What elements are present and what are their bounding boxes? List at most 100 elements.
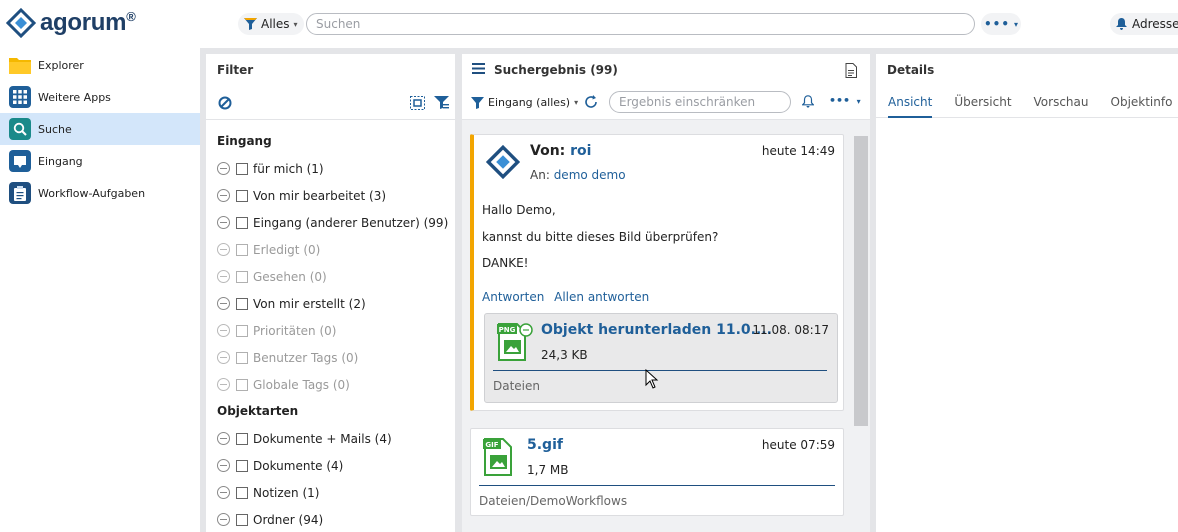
notifications-button[interactable]: Adressen [1110,13,1178,35]
result-scrollbar[interactable] [852,120,870,532]
bell-icon[interactable] [801,95,815,111]
filter-option[interactable]: Von mir bearbeitet (3) [206,182,455,209]
reply-link[interactable]: Antworten [482,290,544,304]
exclude-icon[interactable] [217,243,230,256]
attachment-card[interactable]: PNG Objekt herunterladen 11.0.... 11.08.… [484,313,838,403]
filter-option[interactable]: Globale Tags (0) [206,371,455,398]
filter-option-label: Gesehen (0) [253,269,327,284]
filter-option[interactable]: Gesehen (0) [206,263,455,290]
result-header: Suchergebnis (99) [462,54,870,86]
apps-grid-icon [9,86,31,108]
refine-results-input[interactable]: Ergebnis einschränken [609,91,791,113]
filter-checkbox[interactable] [236,351,248,364]
tab-objektinfo[interactable]: Objektinfo [1111,86,1173,118]
nav-item-weitere-apps[interactable]: Weitere Apps [0,81,200,113]
filter-settings-icon[interactable] [434,96,449,113]
filter-section-title: Eingang [217,134,272,148]
message-card[interactable]: Von: roi heute 14:49 An: demo demo Hallo… [470,134,844,411]
filter-option-label: Dokumente + Mails (4) [253,431,392,446]
filter-checkbox[interactable] [236,189,248,202]
filter-option[interactable]: Erledigt (0) [206,236,455,263]
more-options-button[interactable]: ••• ▾ [981,13,1021,35]
filter-option[interactable]: Von mir erstellt (2) [206,290,455,317]
filter-option[interactable]: Dokumente + Mails (4) [206,425,455,452]
file-name-link[interactable]: 5.gif [527,437,563,453]
chevron-down-icon: ▾ [293,19,298,29]
filter-checkbox[interactable] [236,432,248,445]
filter-funnel-icon [471,96,484,109]
global-search-input[interactable]: Suchen [306,13,975,35]
user-label: Adressen [1132,17,1178,31]
nav-item-workflow-aufgaben[interactable]: Workflow-Aufgaben [0,177,200,209]
filter-checkbox[interactable] [236,486,248,499]
filter-list: Eingang für mich (1) Von mir bearbeitet … [206,120,455,532]
exclude-icon[interactable] [217,324,230,337]
top-bar: agorum® Alles ▾ Suchen ••• ▾ Adressen [0,0,1178,48]
search-icon [9,118,31,140]
filter-checkbox[interactable] [236,459,248,472]
exclude-icon[interactable] [217,162,230,175]
result-toolbar: Eingang (alles) ▾ Ergebnis einschränken … [462,86,870,120]
exclude-icon[interactable] [217,189,230,202]
refresh-icon[interactable] [584,95,598,112]
filter-option[interactable]: Ordner (94) [206,506,455,532]
filter-checkbox[interactable] [236,297,248,310]
search-scope-dropdown[interactable]: Alles ▾ [238,13,304,35]
nav-item-eingang[interactable]: Eingang [0,145,200,177]
exclude-icon[interactable] [217,216,230,229]
filter-checkbox[interactable] [236,162,248,175]
filter-checkbox[interactable] [236,513,248,526]
chevron-down-icon: ▾ [856,97,861,106]
file-card[interactable]: GIF 5.gif heute 07:59 1,7 MB Dateien/Dem… [470,428,844,516]
recipient-link[interactable]: demo demo [554,168,626,182]
tab-vorschau[interactable]: Vorschau [1034,86,1089,118]
filter-option-label: Dokumente (4) [253,458,344,473]
tab-uebersicht[interactable]: Übersicht [954,86,1011,118]
filter-checkbox[interactable] [236,270,248,283]
document-icon[interactable] [845,63,857,81]
filter-checkbox[interactable] [236,243,248,256]
exclude-icon[interactable] [217,351,230,364]
filter-checkbox[interactable] [236,378,248,391]
filter-option-label: Eingang (anderer Benutzer) (99) [253,215,449,230]
filter-option[interactable]: Notizen (1) [206,479,455,506]
filter-option[interactable]: für mich (1) [206,155,455,182]
select-all-icon[interactable] [410,96,425,113]
nav-item-suche[interactable]: Suche [0,113,200,145]
filter-checkbox[interactable] [236,324,248,337]
filter-option[interactable]: Prioritäten (0) [206,317,455,344]
refine-placeholder: Ergebnis einschränken [619,95,756,109]
scrollbar-thumb[interactable] [854,136,868,426]
exclude-icon[interactable] [217,513,230,526]
filter-checkbox[interactable] [236,216,248,229]
agorum-logo-icon [6,8,36,38]
exclude-icon[interactable] [217,459,230,472]
attachment-name-link[interactable]: Objekt herunterladen 11.0.... [541,322,772,338]
filter-option[interactable]: Eingang (anderer Benutzer) (99) [206,209,455,236]
exclude-icon[interactable] [217,270,230,283]
filter-option-label: Von mir bearbeitet (3) [253,188,387,203]
nav-item-explorer[interactable]: Explorer [0,49,200,81]
filter-option-label: Globale Tags (0) [253,377,350,392]
attachment-divider [493,370,827,371]
chevron-down-icon: ▾ [1014,19,1019,29]
filter-option[interactable]: Benutzer Tags (0) [206,344,455,371]
hamburger-menu-icon[interactable] [472,63,485,77]
brand-logo[interactable]: agorum® [6,8,136,38]
exclude-icon[interactable] [217,432,230,445]
bell-icon [1116,18,1127,30]
result-more-button[interactable]: ••• ▾ [829,94,861,107]
details-tabs: Ansicht Übersicht Vorschau Objektinfo [876,86,1178,118]
clear-filter-icon[interactable] [218,96,232,113]
filter-title: Filter [217,63,254,77]
filter-option[interactable]: Dokumente (4) [206,452,455,479]
reply-all-link[interactable]: Allen antworten [554,290,649,304]
svg-text:GIF: GIF [485,441,498,449]
exclude-icon[interactable] [217,297,230,310]
sender-link[interactable]: roi [570,143,591,159]
tab-ansicht[interactable]: Ansicht [888,86,933,118]
inbox-filter-dropdown[interactable]: Eingang (alles) ▾ [471,96,578,109]
file-path: Dateien/DemoWorkflows [479,494,627,508]
exclude-icon[interactable] [217,378,230,391]
exclude-icon[interactable] [217,486,230,499]
